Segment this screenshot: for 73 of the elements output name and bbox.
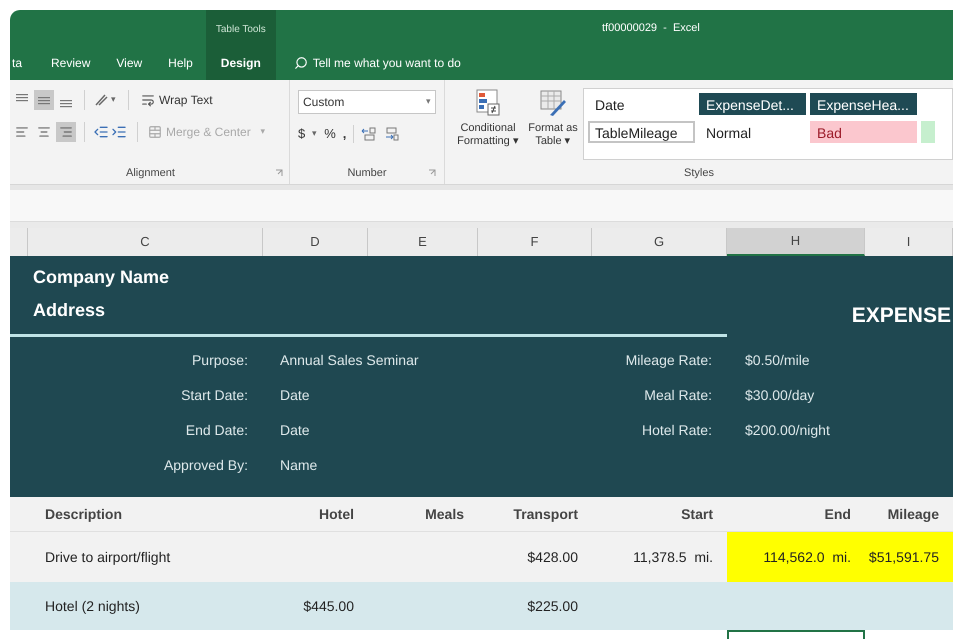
company-name: Company Name: [33, 266, 170, 289]
orientation-icon[interactable]: [93, 92, 109, 108]
search-icon: [294, 56, 308, 70]
cell-style-swatch[interactable]: ExpenseHea...: [810, 93, 917, 115]
field-label: Meal Rate:: [643, 386, 712, 405]
ribbon-tab[interactable]: Help: [155, 45, 206, 80]
field-label: Approved By:: [162, 456, 248, 475]
currency-button[interactable]: $: [298, 124, 306, 144]
group-label: Styles: [684, 166, 714, 181]
field-value: Name: [279, 456, 318, 475]
tell-me-field[interactable]: Tell me what you want to do: [312, 54, 461, 72]
column-header[interactable]: H: [727, 228, 865, 256]
table-brush-icon: [538, 88, 568, 118]
group-label: Number: [347, 166, 387, 181]
table-column-header[interactable]: Meals: [425, 504, 464, 524]
caret-icon[interactable]: ▾: [312, 127, 318, 140]
context-tab-label: Table Tools: [214, 23, 267, 37]
table-column-header[interactable]: Hotel: [319, 504, 354, 524]
format-as-table-button[interactable]: Format as Table ▾: [527, 88, 579, 162]
table-cell-text: Drive to airport/flight: [44, 548, 172, 567]
field-value: $30.00/day: [744, 386, 814, 405]
field-value: Date: [279, 386, 311, 405]
table-column-header[interactable]: Mileage: [888, 504, 939, 524]
merge-cells-icon: [148, 125, 162, 139]
wrap-text-button[interactable]: Wrap Text: [141, 91, 213, 109]
table-cell: 114,562.0 mi.: [727, 532, 865, 582]
active-cell[interactable]: [727, 630, 865, 639]
vertical-align-icon[interactable]: [34, 90, 54, 110]
table-cell-text: $428.00: [526, 548, 579, 566]
field-value: $200.00/night: [744, 421, 830, 440]
group-label: Alignment: [126, 166, 175, 181]
field-label: End Date:: [184, 421, 248, 440]
increase-decimal-icon[interactable]: [361, 126, 378, 141]
table-column-header[interactable]: Start: [681, 504, 713, 524]
field-value: Annual Sales Seminar: [279, 351, 420, 370]
table-cell-text: $445.00: [302, 596, 355, 616]
field-value: $0.50/mile: [744, 351, 810, 370]
field-label: Hotel Rate:: [640, 421, 712, 440]
address: Address: [33, 299, 106, 322]
cell-style-swatch[interactable]: ExpenseDet...: [699, 93, 806, 115]
field-label: Purpose:: [190, 351, 248, 370]
decrease-decimal-icon[interactable]: [384, 126, 400, 141]
increase-indent-icon[interactable]: [111, 124, 127, 140]
conditional-formatting-icon: [474, 88, 502, 118]
cell-style-swatch[interactable]: TableMileage: [588, 121, 695, 143]
wrap-text-icon: [141, 93, 155, 107]
cell-style-swatch[interactable]: Bad: [810, 121, 917, 143]
field-label: Start Date:: [180, 386, 248, 405]
conditional-formatting-button[interactable]: Conditional Formatting ▾: [453, 88, 523, 162]
ribbon-tab[interactable]: Design: [206, 45, 276, 80]
dialog-launcher-icon[interactable]: [275, 169, 283, 177]
table-cell: $51,591.75: [865, 532, 953, 582]
ribbon-tab[interactable]: View: [103, 45, 156, 80]
percent-button[interactable]: %: [324, 124, 336, 144]
caret-icon[interactable]: ▾: [111, 93, 116, 107]
ribbon-tab[interactable]: ta: [10, 45, 38, 80]
report-title: EXPENSE: [852, 302, 952, 328]
table-cell-text: 11,378.5 mi.: [632, 548, 714, 566]
field-value: Date: [279, 421, 311, 440]
table-column-header[interactable]: Transport: [513, 504, 578, 524]
decrease-indent-icon[interactable]: [93, 124, 109, 140]
table-cell-text: $225.00: [526, 596, 579, 616]
comma-button[interactable]: ,: [342, 124, 346, 144]
table-column-header[interactable]: End: [824, 504, 851, 524]
window-title: tf00000029 - Excel: [602, 21, 700, 36]
dialog-launcher-icon[interactable]: [428, 169, 436, 177]
number-format-dropdown[interactable]: Custom ▾: [298, 90, 436, 114]
table-cell-text: Hotel (2 nights): [44, 596, 141, 616]
cell-style-swatch[interactable]: [921, 121, 935, 143]
ribbon-tab[interactable]: Review: [38, 45, 104, 80]
table-column-header[interactable]: Description: [45, 504, 122, 524]
field-label: Mileage Rate:: [624, 351, 712, 370]
horizontal-align-icon[interactable]: [56, 122, 76, 142]
